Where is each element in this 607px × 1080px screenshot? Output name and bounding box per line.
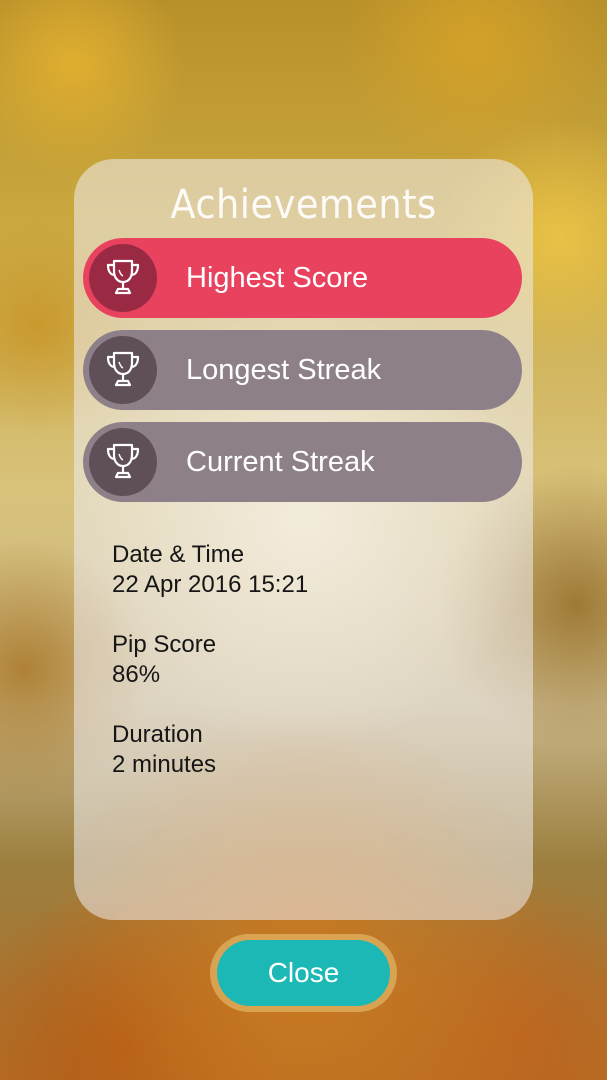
detail-pip-score: Pip Score 86% <box>112 630 512 690</box>
page-title: Achievements <box>170 182 437 228</box>
detail-value: 22 Apr 2016 15:21 <box>112 571 309 598</box>
detail-value: 2 minutes <box>112 751 217 778</box>
achievement-current-streak-button[interactable]: Current Streak <box>83 422 522 502</box>
detail-date-time: Date & Time 22 Apr 2016 15:21 <box>112 540 512 600</box>
achievement-details: Date & Time 22 Apr 2016 15:21 Pip Score … <box>112 540 512 810</box>
achievement-label: Longest Streak <box>186 354 382 386</box>
close-button[interactable]: Close <box>217 940 390 1006</box>
detail-label: Duration <box>112 721 203 748</box>
achievement-label: Current Streak <box>186 446 375 478</box>
trophy-icon <box>89 428 157 496</box>
detail-duration: Duration 2 minutes <box>112 720 512 780</box>
achievement-longest-streak-button[interactable]: Longest Streak <box>83 330 522 410</box>
detail-label: Date & Time <box>112 541 245 568</box>
achievement-highest-score-button[interactable]: Highest Score <box>83 238 522 318</box>
trophy-icon <box>89 336 157 404</box>
trophy-icon <box>89 244 157 312</box>
detail-value: 86% <box>112 661 161 688</box>
detail-label: Pip Score <box>112 631 217 658</box>
achievement-label: Highest Score <box>186 262 369 294</box>
